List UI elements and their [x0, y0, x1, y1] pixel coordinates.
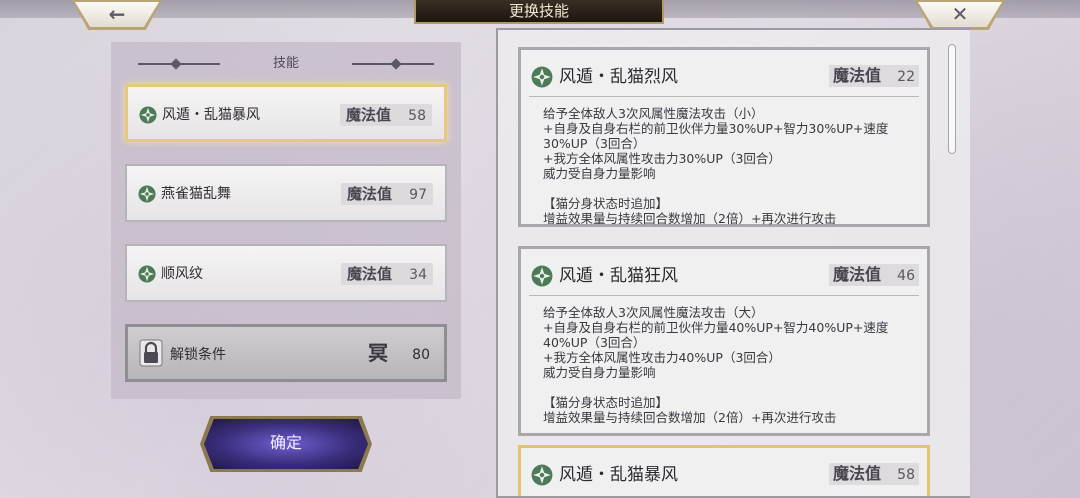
mp-value: 22: [897, 69, 915, 85]
desc-line: +自身及自身右栏的前卫伙伴力量40%UP+智力40%UP+速度: [543, 320, 889, 335]
padlock-icon: [139, 339, 163, 367]
desc-line: 给予全体敌人3次风属性魔法攻击（大）: [543, 305, 764, 320]
mp-cost-tag: 魔法值 46: [829, 264, 919, 286]
skill-slot-1[interactable]: 风遁・乱猫暴风 魔法值 58: [125, 84, 447, 142]
unlock-condition-label: 解锁条件: [170, 347, 226, 363]
mp-value: 34: [409, 267, 427, 283]
skill-slot-name: 燕雀猫乱舞: [161, 186, 231, 202]
desc-line: +我方全体风属性攻击力30%UP（3回合）: [543, 151, 781, 166]
skill-slot-name: 顺风纹: [161, 266, 203, 282]
wind-emblem-icon: [139, 106, 157, 124]
skill-list-scrollbar[interactable]: [948, 44, 956, 154]
skill-slot-name: 风遁・乱猫暴风: [162, 107, 260, 123]
skill-card-name: 风遁・乱猫烈风: [559, 67, 678, 87]
mp-cost-tag: 魔法值 58: [340, 104, 432, 126]
desc-line: +我方全体风属性攻击力40%UP（3回合）: [543, 350, 781, 365]
skill-slot-2[interactable]: 燕雀猫乱舞 魔法值 97: [125, 164, 447, 222]
desc-line: 【猫分身状态时追加】: [543, 196, 669, 211]
mp-label: 魔法值: [346, 106, 392, 124]
mp-cost-tag: 魔法值 97: [341, 183, 433, 205]
wind-emblem-icon: [531, 66, 553, 88]
back-button[interactable]: ←: [72, 0, 162, 30]
mp-cost-tag: 魔法值 34: [341, 263, 433, 285]
ornament-right: [352, 63, 434, 65]
locked-skill-slot[interactable]: 解锁条件 冥 80: [125, 324, 447, 382]
skill-card-name: 风遁・乱猫暴风: [559, 465, 678, 485]
skill-card-2[interactable]: 风遁・乱猫狂风 魔法值 46 给予全体敌人3次风属性魔法攻击（大） +自身及自身…: [518, 246, 930, 436]
mp-label: 魔法值: [347, 265, 393, 283]
desc-line: 威力受自身力量影响: [543, 365, 656, 380]
skill-card-3[interactable]: 风遁・乱猫暴风 魔法值 58: [518, 445, 930, 496]
desc-line: 威力受自身力量影响: [543, 166, 656, 181]
mp-label: 魔法值: [833, 66, 882, 85]
divider: [529, 96, 919, 97]
mp-label: 魔法值: [833, 464, 882, 483]
unlock-cost-value: 80: [412, 347, 430, 363]
confirm-button[interactable]: 确定: [200, 416, 372, 472]
skill-slot-3[interactable]: 顺风纹 魔法值 34: [125, 244, 447, 302]
mp-cost-tag: 魔法值 22: [829, 65, 919, 87]
unlock-cost-icon: 冥: [368, 341, 388, 365]
desc-line: 增益效果量与持续回合数增加（2倍）+再次进行攻击: [543, 410, 837, 425]
confirm-label: 确定: [269, 433, 302, 452]
desc-line: 30%UP（3回合）: [543, 136, 646, 151]
skill-card-name: 风遁・乱猫狂风: [559, 266, 678, 286]
mp-value: 58: [408, 108, 426, 124]
skill-description: 给予全体敌人3次风属性魔法攻击（小） +自身及自身右栏的前卫伙伴力量30%UP+…: [543, 106, 913, 226]
desc-line: 【猫分身状态时追加】: [543, 395, 669, 410]
mp-value: 46: [897, 268, 915, 284]
skill-card-1[interactable]: 风遁・乱猫烈风 魔法值 22 给予全体敌人3次风属性魔法攻击（小） +自身及自身…: [518, 47, 930, 227]
mp-value: 97: [409, 187, 427, 203]
desc-line: +自身及自身右栏的前卫伙伴力量30%UP+智力30%UP+速度: [543, 121, 889, 136]
back-arrow-icon: ←: [108, 2, 126, 26]
equipped-skills-panel: 技能 风遁・乱猫暴风 魔法值 58 燕雀猫乱舞 魔法值 97 顺风纹 魔法值 3…: [111, 42, 461, 399]
desc-line: 给予全体敌人3次风属性魔法攻击（小）: [543, 106, 764, 121]
divider: [529, 295, 919, 296]
wind-emblem-icon: [531, 265, 553, 287]
close-button[interactable]: ✕: [915, 0, 1005, 30]
skill-list-panel[interactable]: 风遁・乱猫烈风 魔法值 22 给予全体敌人3次风属性魔法攻击（小） +自身及自身…: [496, 28, 970, 498]
mp-cost-tag: 魔法值 58: [829, 463, 919, 485]
mp-value: 58: [897, 467, 915, 483]
skill-description: 给予全体敌人3次风属性魔法攻击（大） +自身及自身右栏的前卫伙伴力量40%UP+…: [543, 305, 913, 425]
mp-label: 魔法值: [833, 265, 882, 284]
wind-emblem-icon: [531, 464, 553, 486]
mp-label: 魔法值: [347, 185, 393, 203]
close-icon: ✕: [951, 2, 969, 26]
wind-emblem-icon: [138, 265, 156, 283]
desc-line: 增益效果量与持续回合数增加（2倍）+再次进行攻击: [543, 211, 837, 226]
desc-line: 40%UP（3回合）: [543, 335, 646, 350]
page-title: 更换技能: [414, 0, 664, 24]
wind-emblem-icon: [138, 185, 156, 203]
